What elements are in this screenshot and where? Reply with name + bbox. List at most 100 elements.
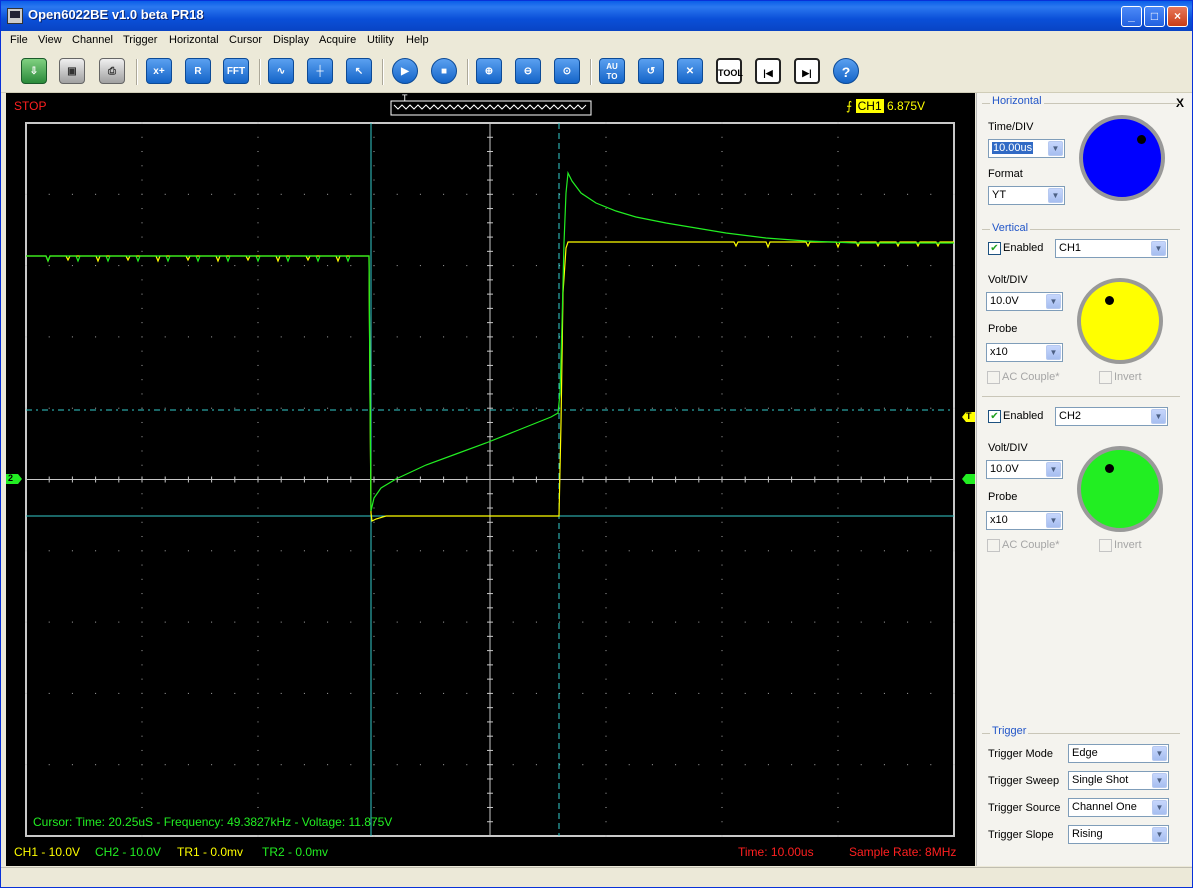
trigger-position-marker[interactable]: T — [402, 93, 408, 103]
grid-dot — [396, 265, 398, 267]
menu-display[interactable]: Display — [273, 34, 309, 46]
grid-dot — [767, 692, 769, 694]
grid-dot — [187, 692, 189, 694]
reference-icon[interactable]: R — [185, 58, 211, 84]
auto-icon[interactable]: AU TO — [599, 58, 625, 84]
math-icon[interactable]: x+ — [146, 58, 172, 84]
zoom-out-icon[interactable]: ⊖ — [515, 58, 541, 84]
grid-dot — [419, 193, 421, 195]
grid-dot — [767, 621, 769, 623]
trigger-sweep-select[interactable]: Single Shot ▼ — [1068, 771, 1169, 790]
grid-dot — [141, 450, 143, 452]
grid-dot — [419, 621, 421, 623]
grid-dot — [721, 635, 723, 637]
menu-cursor[interactable]: Cursor — [229, 34, 262, 46]
zoom-fit-icon[interactable]: ⊙ — [554, 58, 580, 84]
ch2-invert-checkbox[interactable] — [1099, 539, 1112, 552]
menu-acquire[interactable]: Acquire — [319, 34, 356, 46]
step-back-icon[interactable]: |◀ — [755, 58, 781, 84]
ch2-scale-status: CH2 - 10.0V — [95, 845, 162, 859]
ch1-volt-div-knob[interactable] — [1077, 278, 1163, 364]
grid-dot — [373, 621, 375, 623]
grid-dot — [837, 635, 839, 637]
maximize-button[interactable]: □ — [1144, 6, 1165, 27]
grid-dot — [303, 692, 305, 694]
grid-dot — [95, 692, 97, 694]
grid-dot — [791, 336, 793, 338]
menu-trigger[interactable]: Trigger — [123, 34, 157, 46]
grid-dot — [141, 279, 143, 281]
menu-view[interactable]: View — [38, 34, 62, 46]
ch2-ac-couple-checkbox[interactable] — [987, 539, 1000, 552]
grid-dot — [721, 151, 723, 153]
fullscreen-icon[interactable]: ✕ — [677, 58, 703, 84]
menu-utility[interactable]: Utility — [367, 34, 394, 46]
grid-dot — [744, 550, 746, 552]
grid-dot — [211, 621, 213, 623]
grid-dot — [373, 692, 375, 694]
fft-icon[interactable]: FFT — [223, 58, 249, 84]
ch1-probe-select[interactable]: x10 ▼ — [986, 343, 1063, 362]
grid-dot — [837, 621, 839, 623]
scope-display[interactable]: STOP T 2 T ⨍ CH1 6.875V Cursor: Time: 20… — [6, 93, 975, 866]
pointer-icon[interactable]: ↖ — [346, 58, 372, 84]
format-select[interactable]: YT ▼ — [988, 186, 1065, 205]
run-icon[interactable]: ▶ — [392, 58, 418, 84]
stop-icon[interactable]: ■ — [431, 58, 457, 84]
grid-dot — [141, 607, 143, 609]
save-icon[interactable]: ▣ — [59, 58, 85, 84]
grid-dot — [118, 193, 120, 195]
save-export-icon[interactable]: ⇩ — [21, 58, 47, 84]
menu-horizontal[interactable]: Horizontal — [169, 34, 219, 46]
grid-dot — [95, 764, 97, 766]
grid-dot — [721, 393, 723, 395]
minimize-button[interactable]: _ — [1121, 6, 1142, 27]
ch1-enabled-checkbox[interactable]: ✔ — [988, 242, 1001, 255]
trigger-mode-select[interactable]: Edge ▼ — [1068, 744, 1169, 763]
cursor-crosshair-icon[interactable]: ┼ — [307, 58, 333, 84]
ch2-enabled-checkbox[interactable]: ✔ — [988, 410, 1001, 423]
sine-wave-icon[interactable]: ∿ — [268, 58, 294, 84]
grid-dot — [141, 322, 143, 324]
time-div-select[interactable]: 10.00us ▼ — [988, 139, 1065, 158]
grid-dot — [837, 821, 839, 823]
grid-dot — [373, 151, 375, 153]
grid-dot — [907, 692, 909, 694]
zoom-in-icon[interactable]: ⊕ — [476, 58, 502, 84]
grid-dot — [373, 307, 375, 309]
grid-dot — [930, 621, 932, 623]
menu-help[interactable]: Help — [406, 34, 429, 46]
step-forward-icon[interactable]: ▶| — [794, 58, 820, 84]
grid-dot — [25, 336, 27, 338]
ch1-ac-couple-checkbox[interactable] — [987, 371, 1000, 384]
ch2-volt-div-knob[interactable] — [1077, 446, 1163, 532]
ch1-volt-div-select[interactable]: 10.0V ▼ — [986, 292, 1063, 311]
refresh-icon[interactable]: ↺ — [638, 58, 664, 84]
time-div-knob[interactable] — [1079, 115, 1165, 201]
grid-dot — [257, 536, 259, 538]
grid-dot — [744, 692, 746, 694]
grid-dot — [605, 193, 607, 195]
grid-dot — [605, 650, 607, 652]
ch1-channel-select[interactable]: CH1 ▼ — [1055, 239, 1168, 258]
grid-dot — [373, 265, 375, 267]
grid-dot — [512, 336, 514, 338]
chevron-down-icon: ▼ — [1046, 462, 1061, 477]
grid-dot — [605, 764, 607, 766]
ch2-volt-div-select[interactable]: 10.0V ▼ — [986, 460, 1063, 479]
tool-icon[interactable]: TOOL — [716, 58, 743, 84]
close-button[interactable]: × — [1167, 6, 1188, 27]
grid-dot — [141, 293, 143, 295]
grid-dot — [350, 193, 352, 195]
app-icon[interactable] — [7, 8, 23, 24]
ch1-ground-marker[interactable] — [962, 474, 975, 484]
ch2-channel-select[interactable]: CH2 ▼ — [1055, 407, 1168, 426]
trigger-slope-select[interactable]: Rising ▼ — [1068, 825, 1169, 844]
print-icon[interactable]: ⎙ — [99, 58, 125, 84]
ch2-probe-select[interactable]: x10 ▼ — [986, 511, 1063, 530]
trigger-source-select[interactable]: Channel One ▼ — [1068, 798, 1169, 817]
menu-file[interactable]: File — [10, 34, 28, 46]
help-icon[interactable]: ? — [833, 58, 859, 84]
ch1-invert-checkbox[interactable] — [1099, 371, 1112, 384]
menu-channel[interactable]: Channel — [72, 34, 113, 46]
